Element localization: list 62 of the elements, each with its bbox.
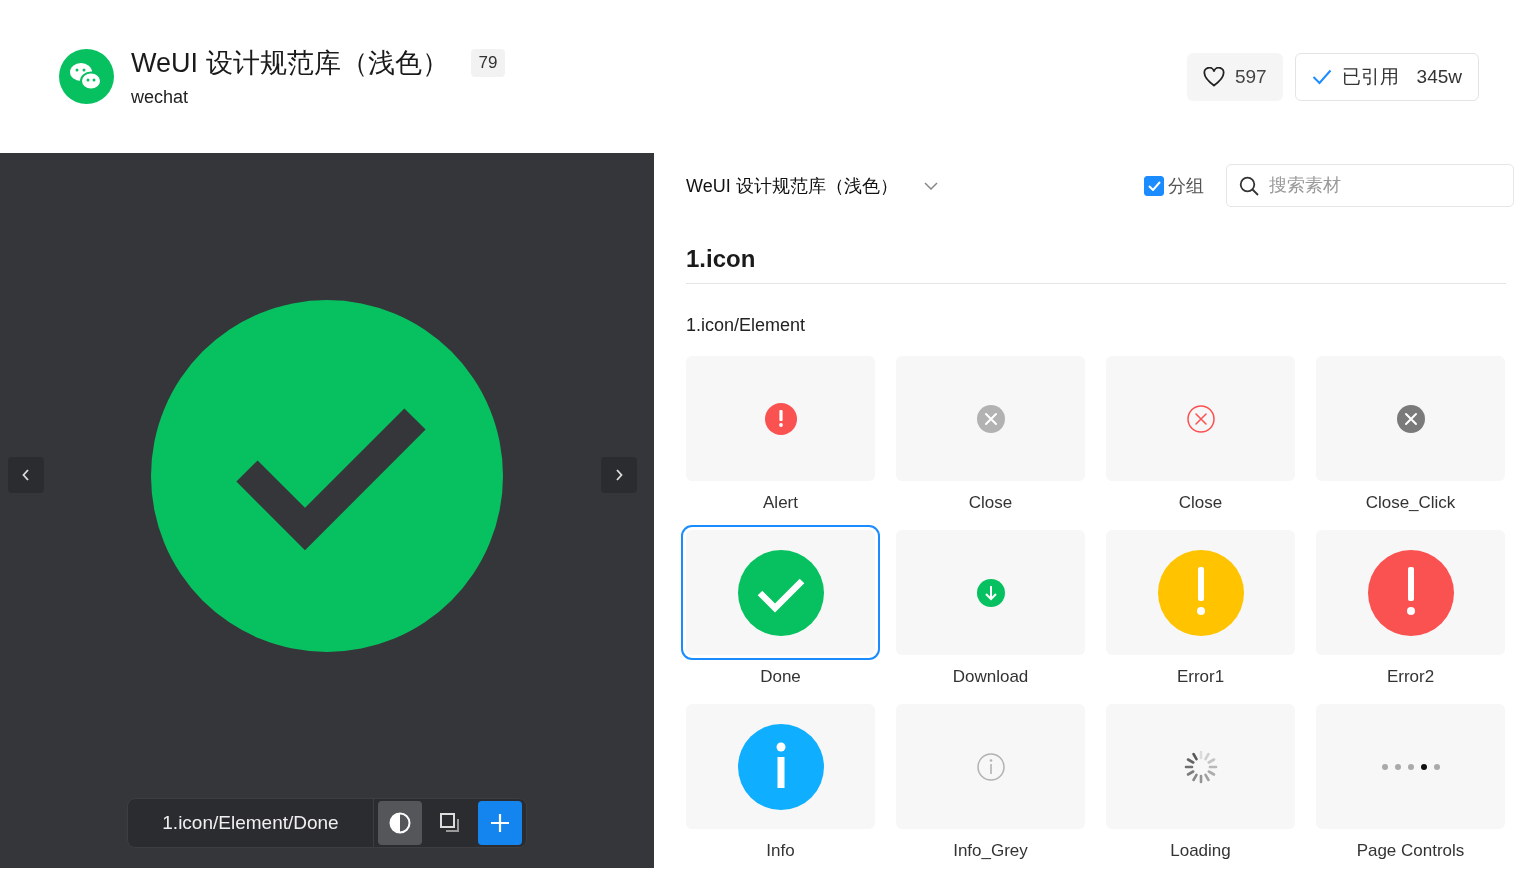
spinner-icon — [1183, 749, 1218, 784]
heart-icon — [1202, 66, 1225, 87]
icon-name: Close — [1178, 493, 1223, 513]
icon-name: Download — [952, 667, 1029, 687]
icon-name: Alert — [763, 493, 798, 513]
next-button[interactable] — [601, 457, 637, 493]
icon-tile[interactable] — [1316, 530, 1505, 655]
owner-name: wechat — [131, 87, 190, 108]
search-icon — [1239, 176, 1259, 196]
icon-name: Done — [760, 667, 801, 687]
plus-icon — [489, 813, 510, 833]
count-badge: 79 — [470, 49, 506, 77]
chevron-left-icon — [22, 469, 30, 481]
icon-name: Info — [766, 841, 795, 861]
chevron-right-icon — [615, 469, 623, 481]
info-icon — [975, 751, 1006, 782]
library-title: WeUI 设计规范库（浅色） — [131, 47, 449, 80]
alert-icon — [763, 401, 798, 436]
contrast-icon — [388, 812, 411, 834]
group-label: 分组 — [1168, 174, 1204, 198]
chevron-down-icon — [923, 181, 938, 190]
download-icon — [975, 577, 1006, 608]
info-icon — [736, 722, 825, 811]
icon-tile[interactable] — [1316, 356, 1505, 481]
check-icon — [1147, 180, 1161, 191]
icon-tile[interactable] — [686, 356, 875, 481]
icon-name: Error2 — [1386, 667, 1435, 687]
exclamation-icon — [1156, 548, 1245, 637]
icon-name: Page Controls — [1356, 841, 1465, 861]
icon-tile[interactable] — [896, 704, 1085, 829]
previous-button[interactable] — [8, 457, 44, 493]
icon-tile[interactable] — [1106, 530, 1295, 655]
section-heading: 1.icon — [686, 245, 1506, 284]
icon-name: Close_Click — [1365, 493, 1456, 513]
icon-tile[interactable] — [896, 530, 1085, 655]
logo-icon — [59, 49, 114, 104]
icon-tile[interactable] — [1316, 704, 1505, 829]
checkmark-icon — [736, 548, 825, 637]
add-button[interactable] — [477, 801, 522, 845]
icon-tile[interactable] — [1106, 356, 1295, 481]
copy-icon — [438, 812, 461, 834]
close-icon — [975, 403, 1006, 434]
close-icon — [1185, 403, 1216, 434]
asset-path: 1.icon/Element/Done — [128, 799, 374, 847]
icon-name: Info_Grey — [953, 841, 1028, 861]
cited-button[interactable]: 已引用 345w — [1294, 52, 1479, 101]
close-icon — [1395, 403, 1426, 434]
checkmark-icon — [150, 298, 504, 653]
search-field[interactable]: 搜索素材 — [1226, 164, 1514, 207]
icon-name: Loading — [1170, 841, 1231, 861]
icon-tile[interactable] — [1106, 704, 1295, 829]
like-button[interactable]: 597 — [1186, 52, 1283, 101]
subsection-heading: 1.icon/Element — [686, 315, 807, 336]
group-checkbox[interactable] — [1144, 175, 1164, 196]
library-dropdown[interactable]: WeUI 设计规范库（浅色） — [686, 173, 938, 198]
icon-name: Close — [968, 493, 1013, 513]
exclamation-icon — [1366, 548, 1455, 637]
contrast-button[interactable] — [377, 801, 422, 845]
icon-name: Error1 — [1176, 667, 1225, 687]
icon-tile[interactable] — [896, 356, 1085, 481]
check-icon — [1311, 68, 1332, 85]
icon-tile[interactable] — [686, 704, 875, 829]
